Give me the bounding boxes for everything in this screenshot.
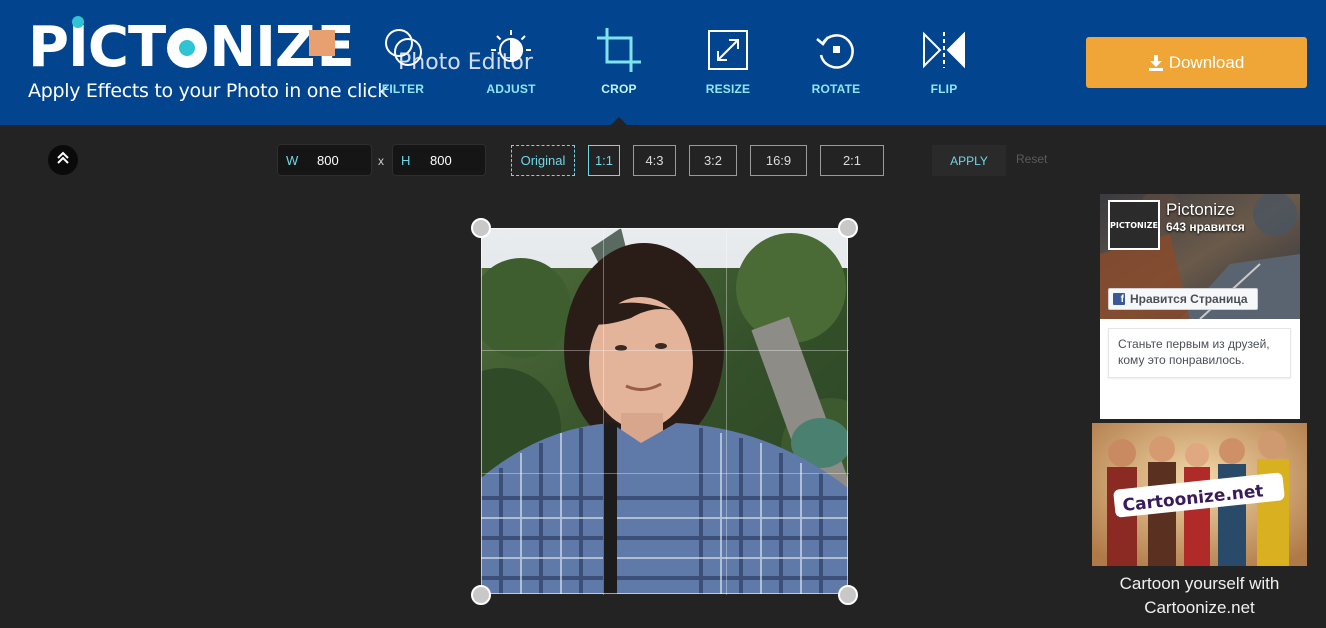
crop-handle-top-left[interactable] — [471, 218, 491, 238]
active-tool-pointer — [611, 117, 627, 125]
tool-crop-label: CROP — [601, 82, 637, 96]
facebook-icon: f — [1113, 293, 1125, 305]
tool-rotate[interactable]: ROTATE — [791, 28, 881, 98]
facebook-page-thumbnail[interactable]: PICTONIZE — [1108, 200, 1160, 250]
download-icon — [1148, 54, 1163, 71]
rotate-icon — [813, 27, 859, 78]
filter-icon — [380, 27, 426, 78]
ratio-original-button[interactable]: Original — [511, 145, 575, 176]
ratio-3-2-button[interactable]: 3:2 — [689, 145, 737, 176]
facebook-friends-line1: Станьте первым из друзей, — [1118, 337, 1270, 351]
facebook-friends-message: Станьте первым из друзей, кому это понра… — [1108, 328, 1291, 378]
adjust-icon — [488, 27, 534, 78]
resize-icon — [707, 29, 749, 76]
download-label: Download — [1168, 52, 1245, 72]
tool-adjust[interactable]: ADJUST — [466, 28, 556, 98]
header-bar: P I C T N I Z E Apply Effects to your Ph… — [0, 0, 1326, 125]
crop-grid-line-v2 — [726, 229, 727, 595]
crop-frame[interactable] — [481, 228, 849, 595]
width-label: W — [286, 152, 299, 168]
facebook-cover-image: PICTONIZE Pictonize 643 нравится f Нрави… — [1100, 194, 1300, 319]
facebook-like-label: Нравится Страница — [1130, 292, 1248, 306]
ad-caption-line1: Cartoon yourself with — [1119, 574, 1280, 593]
chevron-double-up-icon — [56, 151, 70, 170]
facebook-page-widget[interactable]: PICTONIZE Pictonize 643 нравится f Нрави… — [1100, 194, 1300, 419]
crop-icon — [595, 26, 643, 79]
facebook-friends-line2: кому это понравилось. — [1118, 353, 1245, 367]
pictonize-logo[interactable]: P I C T N I Z E Apply Effects to your Ph… — [28, 15, 388, 110]
logo-wordmark: P I C T N I Z E — [28, 15, 355, 80]
width-value: 800 — [317, 152, 339, 168]
flip-icon — [920, 30, 968, 75]
download-button[interactable]: Download — [1086, 37, 1307, 88]
crop-handle-top-right[interactable] — [838, 218, 858, 238]
tool-rotate-label: ROTATE — [811, 82, 861, 96]
crop-handle-bottom-right[interactable] — [838, 585, 858, 605]
facebook-like-count: 643 нравится — [1166, 220, 1245, 234]
facebook-like-button[interactable]: f Нравится Страница — [1108, 288, 1258, 310]
tool-flip[interactable]: FLIP — [899, 28, 989, 98]
width-input[interactable]: W 800 — [277, 144, 372, 176]
collapse-toolbar-button[interactable] — [48, 145, 78, 175]
ratio-1-1-button[interactable]: 1:1 — [588, 145, 620, 176]
reset-button[interactable]: Reset — [1016, 152, 1047, 166]
crop-handle-bottom-left[interactable] — [471, 585, 491, 605]
crop-grid-line-v1 — [603, 229, 604, 595]
cartoonize-ad-caption[interactable]: Cartoon yourself with Cartoonize.net — [1092, 572, 1307, 620]
ratio-16-9-button[interactable]: 16:9 — [750, 145, 807, 176]
tool-filter-label: FILTER — [381, 82, 425, 96]
tool-resize-label: RESIZE — [705, 82, 751, 96]
logo-tagline: Apply Effects to your Photo in one click — [28, 80, 388, 102]
facebook-page-name[interactable]: Pictonize — [1166, 200, 1235, 220]
cartoonize-ad-banner[interactable]: Cartoonize.net — [1092, 423, 1307, 566]
crop-grid-line-h1 — [482, 350, 849, 351]
tool-adjust-label: ADJUST — [486, 82, 536, 96]
crop-grid-line-h2 — [482, 473, 849, 474]
ratio-2-1-button[interactable]: 2:1 — [820, 145, 884, 176]
height-label: H — [401, 152, 411, 168]
apply-button[interactable]: APPLY — [932, 145, 1006, 176]
ad-caption-line2: Cartoonize.net — [1144, 598, 1255, 617]
ratio-4-3-button[interactable]: 4:3 — [633, 145, 676, 176]
height-input[interactable]: H 800 — [392, 144, 486, 176]
tool-resize[interactable]: RESIZE — [683, 28, 773, 98]
dimension-separator: x — [378, 154, 384, 168]
tool-crop[interactable]: CROP — [574, 26, 664, 98]
tool-filter[interactable]: FILTER — [358, 28, 448, 98]
height-value: 800 — [430, 152, 452, 168]
tool-flip-label: FLIP — [930, 82, 958, 96]
